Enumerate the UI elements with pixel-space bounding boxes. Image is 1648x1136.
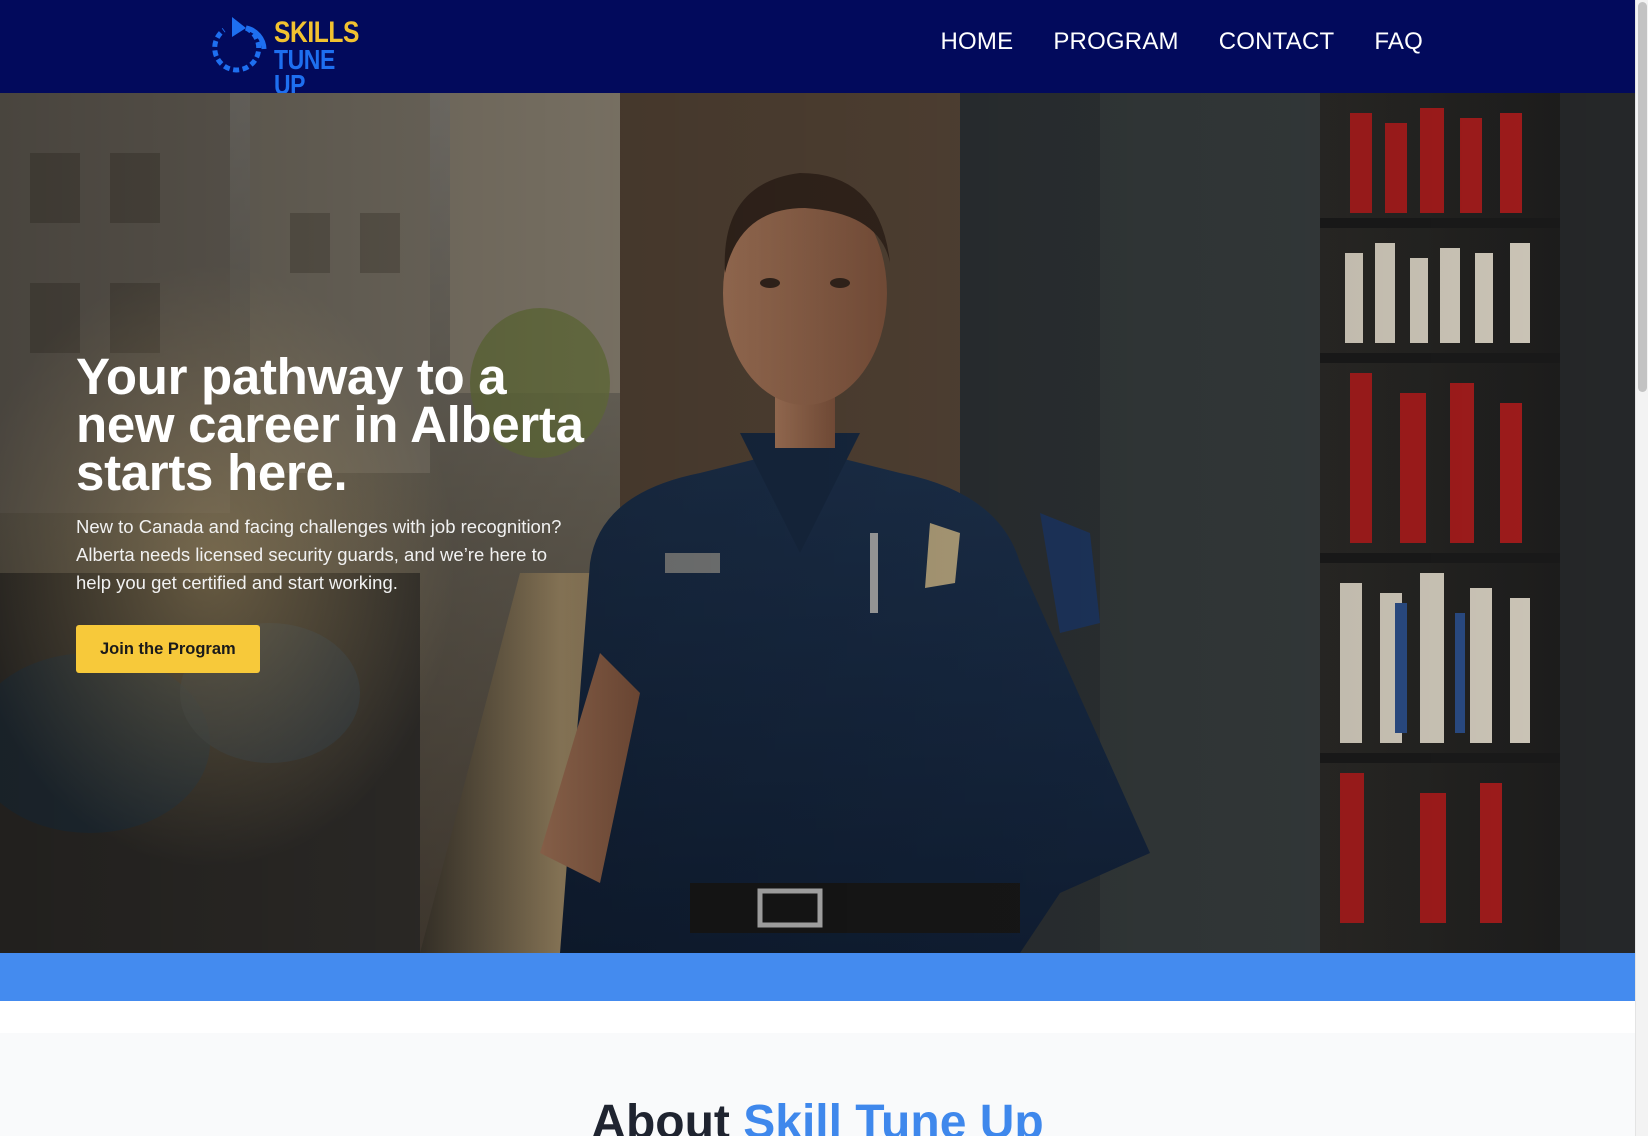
blue-divider-band: [0, 953, 1635, 1001]
hero-content: Your pathway to a new career in Alberta …: [76, 348, 616, 673]
about-title: About Skill Tune Up: [0, 1095, 1635, 1136]
about-title-prefix: About: [591, 1096, 744, 1136]
scrollbar-thumb[interactable]: [1638, 2, 1647, 392]
logo-line-tune-up: TUNE UP: [274, 43, 335, 101]
about-title-accent: Skill Tune Up: [743, 1096, 1044, 1136]
nav-program-link[interactable]: PROGRAM: [1053, 28, 1178, 56]
hero-title: Your pathway to a new career in Alberta …: [76, 348, 584, 501]
about-section: About Skill Tune Up: [0, 1033, 1635, 1136]
logo-link[interactable]: SKILLS TUNE UP: [210, 15, 360, 99]
logo-line-skills: SKILLS: [274, 16, 360, 49]
join-program-button[interactable]: Join the Program: [76, 625, 260, 673]
page: SKILLS TUNE UP HOME PROGRAM CONTACT FAQ: [0, 0, 1635, 1136]
main-nav: HOME PROGRAM CONTACT FAQ: [941, 28, 1423, 56]
logo-wordmark: SKILLS TUNE UP: [274, 16, 360, 101]
nav-contact-link[interactable]: CONTACT: [1219, 28, 1335, 56]
page-scrollbar[interactable]: [1635, 0, 1648, 1136]
circular-arrow-icon: [212, 17, 267, 73]
hero-section: Your pathway to a new career in Alberta …: [0, 93, 1635, 953]
nav-faq-link[interactable]: FAQ: [1374, 28, 1423, 56]
section-gap: [0, 1001, 1635, 1033]
hero-description: New to Canada and facing challenges with…: [76, 516, 562, 593]
site-header: SKILLS TUNE UP HOME PROGRAM CONTACT FAQ: [0, 0, 1635, 99]
nav-home-link[interactable]: HOME: [941, 28, 1014, 56]
